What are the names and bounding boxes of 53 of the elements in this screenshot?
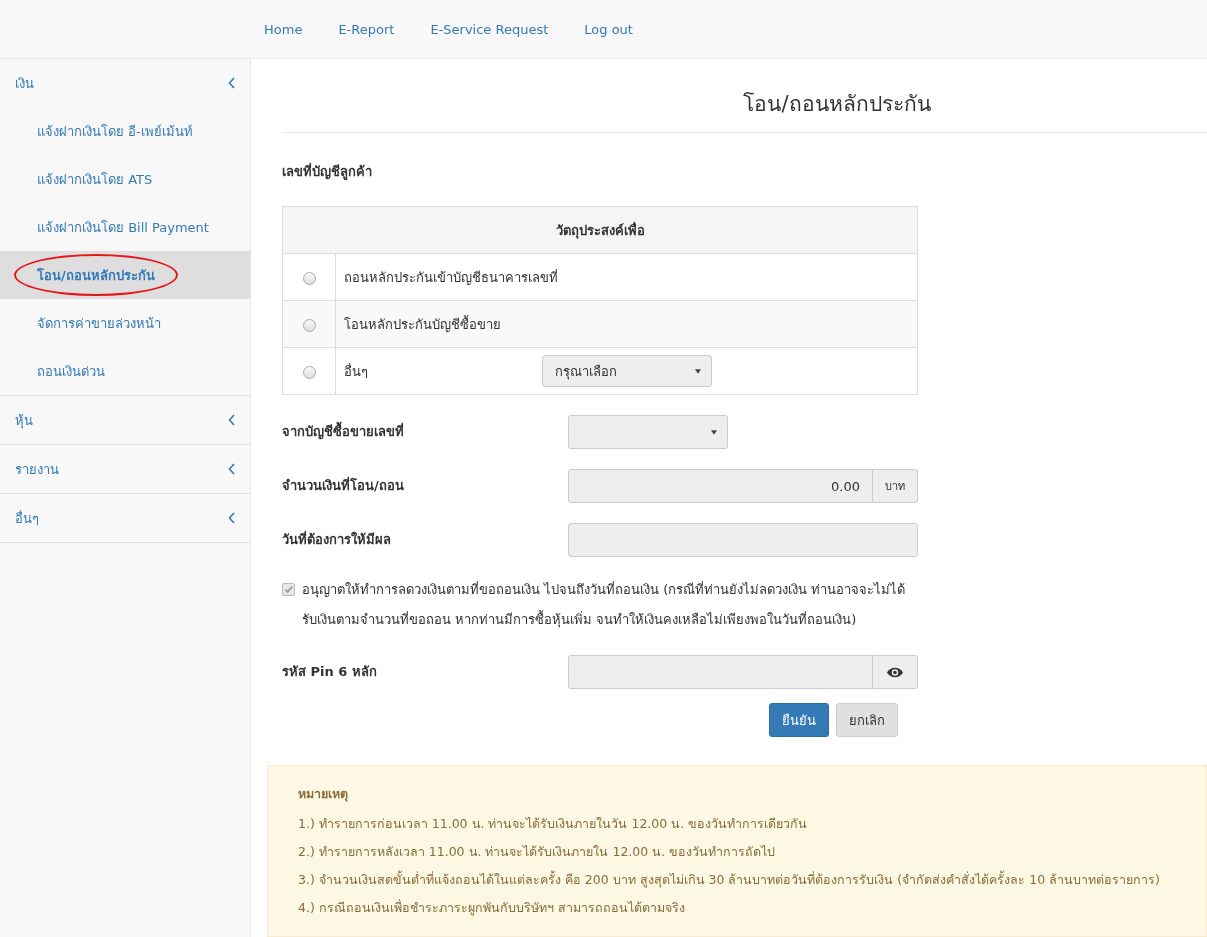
dropdown[interactable]: กรุณาเลือก [542,355,712,387]
sidebar-item[interactable]: แจ้งฝากเงินโดย Bill Payment [0,203,250,251]
dropdown[interactable] [568,415,728,449]
sidebar-group-label: อื่นๆ [15,509,39,528]
table-heading: วัตถุประสงค์เพื่อ [282,206,918,254]
sidebar-group-label: เงิน [15,74,34,93]
note-item: 3.) จำนวนเงินสดขั้นต่ำที่แจ้งถอนได้ในแต่ละครั้ง คือ 200 บาท สูงสุดไม่เกิน 30 ล้านบาทต่อวันที่ต้องการรับเงิน (จำกัดส่งคำสั่งได้ครั้งละ 10 ล้านบาทต่อรายการ) [298,869,1161,890]
show-password-button[interactable] [873,655,918,689]
cancel-button[interactable]: ยกเลิก [836,703,898,737]
page-title: โอน/ถอนหลักประกัน [743,91,931,118]
nav-link[interactable]: Log out [584,21,633,37]
note-title: หมายเหตุ [298,785,349,804]
option-label: โอนหลักประกันบัญชีซื้อขาย [344,316,501,332]
nav-link[interactable]: E-Report [338,21,395,37]
sidebar-item[interactable]: แจ้งฝากเงินโดย ATS [0,155,250,203]
option-label: ถอนหลักประกันเข้าบัญชีธนาคารเลขที่ [344,269,558,285]
sidebar-group[interactable]: เงิน [0,59,250,107]
pin-field[interactable] [568,655,873,689]
consent-text: อนุญาตให้ทำการลดวงเงินตามที่ขอถอนเงิน ไปจนถึงวันที่ถอนเงิน (กรณีที่ท่านยังไม่ลดวงเงิน ท่านอาจจะไม่ได้รับเงินตามจำนวนที่ขอถอน หากท่านมีการซื้อหุ้นเพิ่ม จนทำให้เงินคงเหลือไม่เพียงพอในวันที่ถอนเงิน) [302,580,907,630]
sidebar-group[interactable]: หุ้น [0,396,250,444]
radio-button[interactable] [302,318,316,332]
chevron-icon [228,463,236,475]
note-item: 1.) ทำรายการก่อนเวลา 11.00 น. ท่านจะได้รับเงินภายในวัน 12.00 น. ของวันทำการเดียวกัน [298,815,809,833]
sidebar-group-label: หุ้น [15,411,33,431]
sidebar-item[interactable]: โอน/ถอนหลักประกัน [0,251,250,299]
nav-link[interactable]: Home [264,21,303,37]
sidebar-group-label: รายงาน [15,460,59,479]
eye-icon [886,665,904,679]
option-label: อื่นๆ [344,362,369,381]
radio-button[interactable] [302,271,316,285]
field-label: จากบัญชีซื้อขายเลขที่ [282,415,568,442]
chevron-icon [228,414,236,426]
sidebar-item[interactable]: ถอนเงินด่วน [0,347,250,395]
date-field[interactable] [568,523,918,557]
sidebar-group[interactable]: รายงาน [0,445,250,493]
sidebar-group[interactable]: อื่นๆ [0,494,250,542]
note-item: 2.) ทำรายการหลังเวลา 11.00 น. ท่านจะได้รับเงินภายใน 12.00 น. ของวันทำการถัดไป [298,843,777,861]
field-label: วันที่ต้องการให้มีผล [282,529,392,549]
unit-addon: บาท [873,469,918,503]
field-label: รหัส Pin 6 หลัก [282,663,378,681]
sidebar-item[interactable]: แจ้งฝากเงินโดย อี-เพย์เม้นท์ [0,107,250,155]
field-label: จำนวนเงินที่โอน/ถอน [282,475,405,495]
nav-link[interactable]: E-Service Request [430,21,549,37]
confirm-button[interactable]: ยืนยัน [769,703,829,737]
radio-button[interactable] [302,365,316,379]
caret-icon [711,429,717,435]
account-label: เลขที่บัญชีลูกค้า [282,161,373,182]
note-item: 4.) กรณีถอนเงินเพื่อชำระภาระผูกพันกับบริษัทฯ สามารถถอนได้ตามจริง [298,898,686,918]
chevron-icon [228,512,236,524]
chevron-icon [228,77,236,89]
caret-icon [695,368,701,374]
amount-field[interactable]: 0.00 [568,469,873,503]
sidebar-item[interactable]: จัดการค่าขายล่วงหน้า [0,299,250,347]
